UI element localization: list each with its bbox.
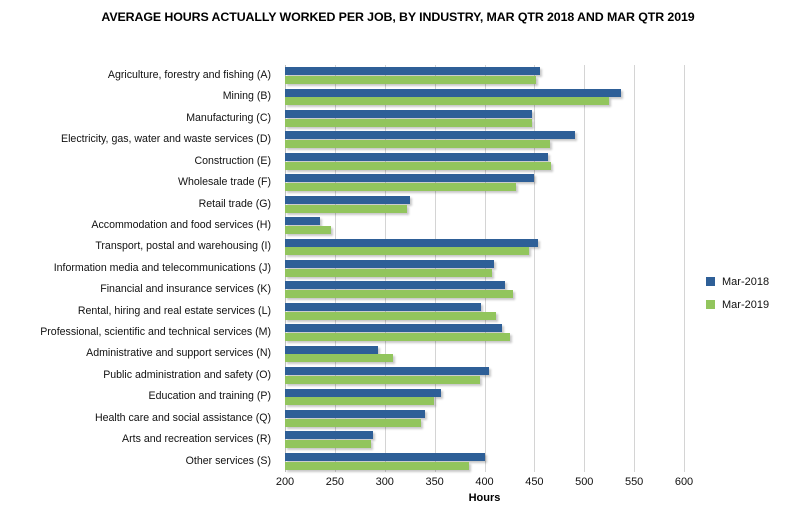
bar-mar-2019[interactable] [285, 311, 497, 320]
legend-swatch-icon [706, 300, 715, 309]
bar-mar-2019[interactable] [285, 76, 537, 84]
legend-label: Mar-2018 [722, 275, 770, 288]
category-label: Agriculture, forestry and fishing (A) [107, 69, 271, 81]
category-label: Education and training (P) [148, 390, 272, 403]
x-tick-label: 600 [674, 476, 694, 488]
bar-mar-2018[interactable] [285, 281, 506, 290]
bar-chart: AVERAGE HOURS ACTUALLY WORKED PER JOB, B… [0, 0, 794, 528]
bar-mar-2019[interactable] [285, 461, 469, 470]
x-tick-label: 500 [575, 476, 594, 488]
bar-mar-2019[interactable] [285, 140, 551, 149]
bar-mar-2019[interactable] [285, 354, 393, 363]
category-label: Arts and recreation services (R) [122, 433, 271, 446]
bar-group [285, 86, 684, 107]
bar-mar-2019[interactable] [285, 440, 371, 449]
bar-mar-2018[interactable] [285, 345, 378, 354]
bar-mar-2019[interactable] [285, 418, 421, 427]
bar-mar-2019[interactable] [285, 204, 407, 213]
chart-title: AVERAGE HOURS ACTUALLY WORKED PER JOB, B… [101, 10, 695, 24]
bar-group [285, 322, 684, 343]
category-label: Transport, postal and warehousing (I) [95, 240, 271, 253]
bar-group [285, 215, 684, 236]
x-tick-label: 250 [325, 476, 345, 488]
category-label: Mining (B) [222, 90, 271, 103]
category-label: Rental, hiring and real estate services … [77, 304, 271, 317]
bar-group [285, 258, 684, 279]
legend-label: Mar-2019 [722, 298, 770, 311]
category-label: Electricity, gas, water and waste servic… [61, 133, 271, 146]
chart-legend: Mar-2018 Mar-2019 [706, 270, 769, 316]
bar-mar-2019[interactable] [285, 183, 517, 192]
bar-mar-2018[interactable] [285, 88, 622, 97]
category-label: Health care and social assistance (Q) [94, 411, 271, 424]
bar-group [285, 194, 684, 215]
bar-mar-2019[interactable] [285, 333, 511, 342]
gridline-600 [684, 65, 685, 472]
bar-group [285, 429, 684, 450]
plot-area [285, 65, 685, 472]
x-axis-tick-labels: 200 250 300 350 400 450 500 550 600 [276, 476, 693, 492]
bar-group [285, 151, 684, 172]
category-label: Administrative and support services (N) [86, 347, 271, 360]
bar-mar-2019[interactable] [285, 397, 434, 406]
category-label: Professional, scientific and technical s… [40, 326, 271, 339]
bar-mar-2018[interactable] [285, 324, 503, 333]
bar-group [285, 343, 684, 364]
bar-group [285, 108, 684, 129]
bar-mar-2018[interactable] [285, 67, 541, 76]
legend-item[interactable]: Mar-2018 [706, 270, 769, 293]
legend-swatch-icon [706, 277, 715, 286]
x-tick-label: 450 [525, 476, 544, 488]
bar-mar-2018[interactable] [285, 195, 410, 204]
category-label: Financial and insurance services (K) [100, 283, 271, 296]
bar-mar-2018[interactable] [285, 131, 576, 140]
bar-mar-2019[interactable] [285, 225, 331, 234]
x-tick-label: 300 [375, 476, 394, 488]
bar-mar-2018[interactable] [285, 452, 485, 461]
bar-mar-2019[interactable] [285, 290, 514, 299]
x-axis-title: Hours [468, 492, 501, 504]
bar-group [285, 408, 684, 429]
bar-group [285, 172, 684, 193]
bar-mar-2018[interactable] [285, 431, 373, 440]
bar-mar-2019[interactable] [285, 118, 533, 127]
bar-group [285, 365, 684, 386]
x-tick-label: 400 [475, 476, 494, 488]
bar-group [285, 451, 684, 472]
bar-mar-2018[interactable] [285, 174, 535, 183]
bar-group [285, 65, 684, 86]
bar-mar-2018[interactable] [285, 409, 425, 418]
bar-mar-2018[interactable] [285, 388, 441, 397]
category-label: Accommodation and food services (H) [91, 218, 271, 231]
bar-mar-2019[interactable] [285, 247, 530, 256]
bar-mar-2019[interactable] [285, 161, 552, 170]
bar-mar-2018[interactable] [285, 152, 549, 161]
y-axis-category-labels: Agriculture, forestry and fishing (A) Min… [0, 65, 279, 472]
category-label: Manufacturing (C) [186, 111, 271, 124]
bar-group [285, 279, 684, 300]
bar-mar-2019[interactable] [285, 375, 480, 384]
legend-item[interactable]: Mar-2019 [706, 293, 769, 316]
bar-mar-2018[interactable] [285, 238, 539, 247]
category-label: Wholesale trade (F) [177, 176, 271, 189]
category-label: Retail trade (G) [198, 197, 271, 210]
category-label: Construction (E) [194, 154, 271, 167]
bar-mar-2019[interactable] [285, 268, 493, 277]
category-label: Other services (S) [185, 454, 271, 467]
bar-mar-2018[interactable] [285, 302, 481, 311]
x-tick-label: 350 [425, 476, 444, 488]
bar-group [285, 386, 684, 407]
x-tick-label: 550 [624, 476, 644, 488]
bar-group [285, 301, 684, 322]
bar-mar-2019[interactable] [285, 97, 610, 106]
bar-mar-2018[interactable] [285, 217, 320, 226]
bar-group [285, 129, 684, 150]
bar-mar-2018[interactable] [285, 259, 495, 268]
bar-group [285, 236, 684, 257]
x-tick-label: 200 [275, 476, 295, 488]
bar-mar-2018[interactable] [285, 110, 533, 119]
bar-mar-2018[interactable] [285, 367, 490, 376]
category-label: Information media and telecommunications… [53, 261, 271, 274]
category-label: Public administration and safety (O) [103, 368, 271, 381]
